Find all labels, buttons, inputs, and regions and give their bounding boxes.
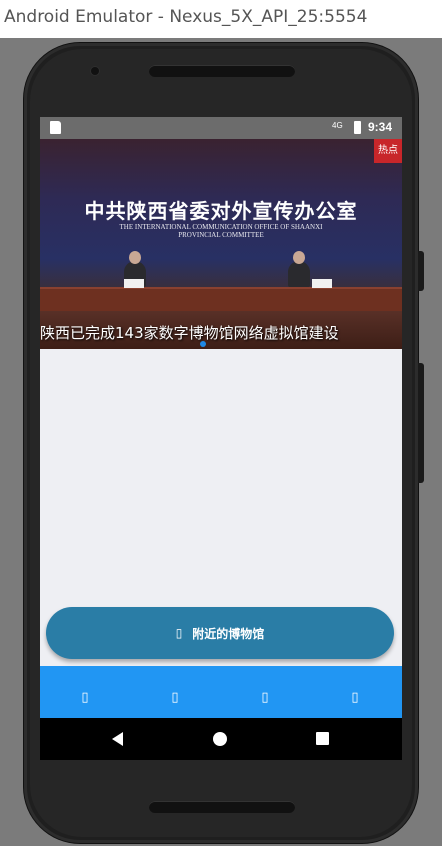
- nameplate: [124, 279, 144, 288]
- location-icon: ▯: [175, 626, 183, 640]
- nearby-museums-label: 附近的博物馆: [192, 626, 265, 641]
- speaker-right-head: [293, 251, 305, 264]
- volume-rocker[interactable]: [418, 363, 424, 483]
- banner-subheading-line-2: PROVINCIAL COMMITTEE: [178, 231, 264, 239]
- banner-heading: 中共陕西省委对外宣传办公室: [84, 199, 358, 223]
- status-bar: 4G 9:34: [40, 117, 402, 139]
- back-icon[interactable]: [112, 732, 123, 746]
- status-time: 9:34: [368, 120, 393, 134]
- network-label: 4G: [332, 121, 343, 130]
- tab-3-icon[interactable]: ▯: [255, 690, 275, 705]
- tab-2-icon[interactable]: ▯: [165, 690, 185, 705]
- recent-apps-icon[interactable]: [316, 732, 329, 745]
- device-screen: 4G 9:34 热点 中共陕西省委对外宣传办公室 THE INTERNATION…: [40, 117, 402, 760]
- emulator-title-bar: Android Emulator - Nexus_5X_API_25:5554: [0, 0, 442, 38]
- news-banner[interactable]: 热点 中共陕西省委对外宣传办公室 THE INTERNATIONAL COMMU…: [40, 139, 402, 349]
- earpiece-speaker: [149, 65, 295, 77]
- power-button[interactable]: [418, 251, 424, 291]
- battery-icon: [354, 121, 361, 134]
- tab-1-icon[interactable]: ▯: [75, 690, 95, 705]
- banner-caption: 陕西已完成143家数字博物馆网络虚拟馆建设: [40, 324, 339, 342]
- sd-card-icon: [50, 121, 61, 134]
- banner-subheading-line-1: THE INTERNATIONAL COMMUNICATION OFFICE O…: [119, 223, 323, 231]
- banner-subheading: THE INTERNATIONAL COMMUNICATION OFFICE O…: [40, 223, 402, 239]
- desk: [40, 287, 402, 311]
- hot-tag: 热点: [374, 139, 402, 163]
- bottom-tab-bar: ▯ ▯ ▯ ▯: [40, 666, 402, 718]
- system-nav-bar: [40, 718, 402, 760]
- speaker-left-head: [129, 251, 141, 264]
- tab-4-icon[interactable]: ▯: [345, 690, 365, 705]
- front-camera-icon: [91, 67, 99, 75]
- window-title: Android Emulator - Nexus_5X_API_25:5554: [4, 7, 368, 27]
- bottom-speaker: [149, 801, 295, 813]
- nameplate: [312, 279, 332, 288]
- speaker-right: [288, 261, 310, 287]
- nearby-museums-button[interactable]: ▯ 附近的博物馆: [46, 607, 394, 659]
- home-icon[interactable]: [213, 732, 227, 746]
- carousel-indicator[interactable]: [200, 341, 206, 347]
